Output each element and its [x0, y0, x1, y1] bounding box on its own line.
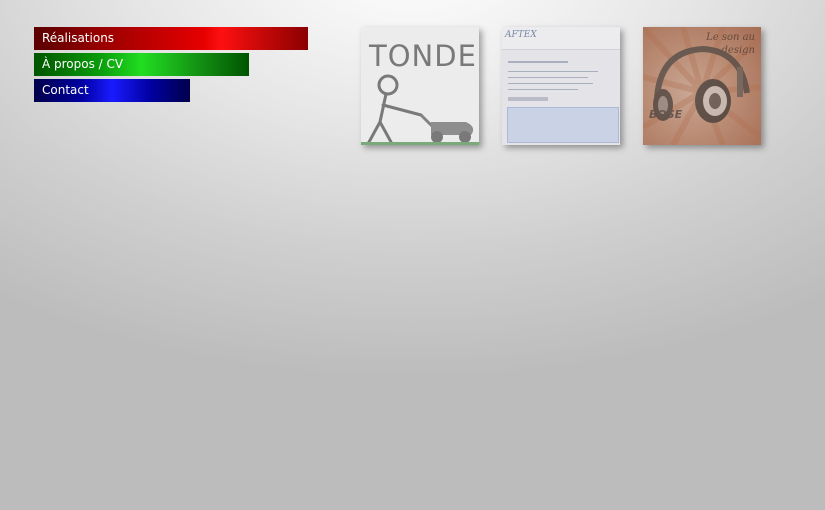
thumbnail-aftex-logo: AFTEX [505, 30, 537, 40]
thumbnail-bose-brand: BOSE [649, 108, 683, 121]
nav-item-a-propos-cv[interactable]: À propos / CV [34, 53, 249, 76]
headphones-icon [653, 45, 750, 123]
thumbnail-aftex-panel [507, 107, 619, 143]
nav-item-contact[interactable]: Contact [34, 79, 190, 102]
thumbnail-tonde[interactable]: TONDE [361, 27, 479, 145]
lawnmower-stick-figure-icon [367, 74, 474, 142]
main-nav: Réalisations À propos / CV Contact [34, 27, 308, 105]
thumbnail-bose[interactable]: Le son au design BOSE [643, 27, 761, 145]
nav-item-realisations[interactable]: Réalisations [34, 27, 308, 50]
thumbnail-aftex[interactable]: AFTEX [502, 27, 620, 145]
